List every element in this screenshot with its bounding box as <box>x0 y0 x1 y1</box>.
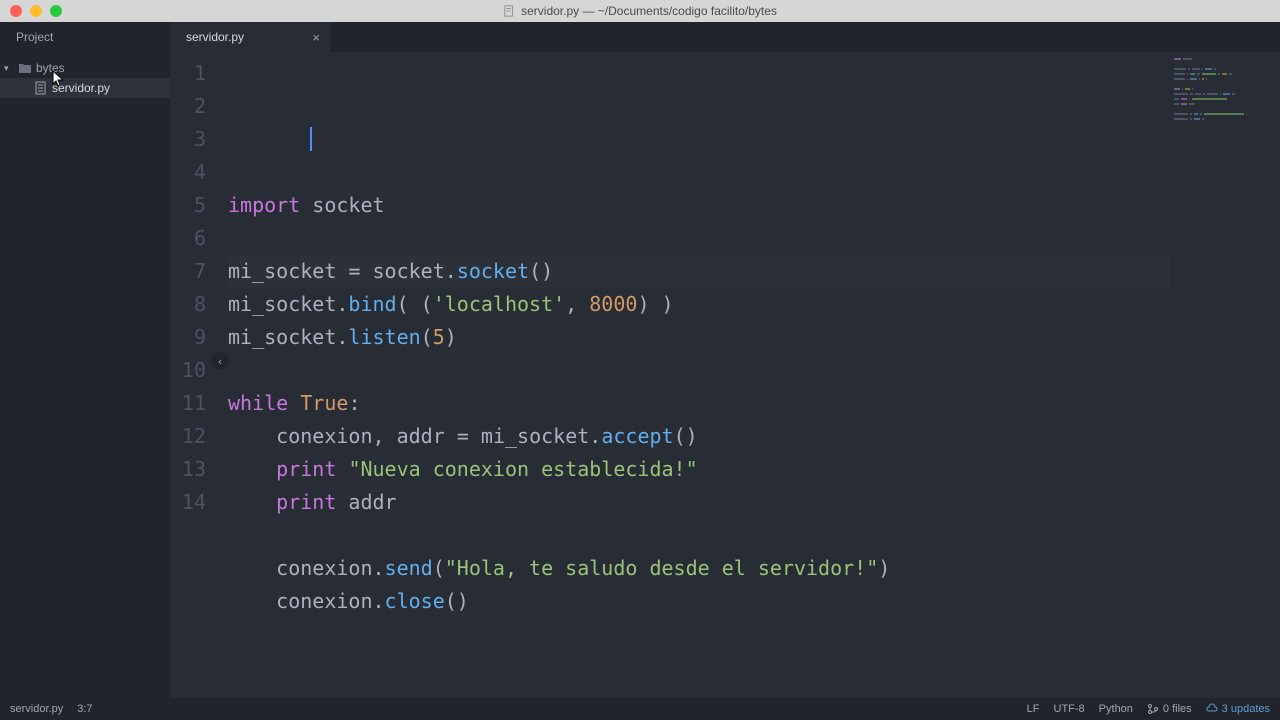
file-icon <box>34 81 48 95</box>
minimap-line <box>1174 78 1276 81</box>
minimap-line <box>1174 123 1276 126</box>
code-line[interactable]: import socket <box>228 189 1170 222</box>
status-git-label: 0 files <box>1163 703 1192 715</box>
chevron-down-icon: ▾ <box>4 63 14 74</box>
line-number: 7 <box>170 255 220 288</box>
line-number: 5 <box>170 189 220 222</box>
line-number: 4 <box>170 156 220 189</box>
tree-folder-bytes[interactable]: ▾ bytes <box>0 58 170 78</box>
code-line[interactable] <box>228 354 1170 387</box>
line-number: 1 <box>170 57 220 90</box>
line-number: 9 <box>170 321 220 354</box>
window-titlebar: servidor.py — ~/Documents/codigo facilit… <box>0 0 1280 22</box>
minimap-line <box>1174 113 1276 116</box>
line-number: 6 <box>170 222 220 255</box>
window-title: servidor.py — ~/Documents/codigo facilit… <box>503 4 777 18</box>
line-number: 11 <box>170 387 220 420</box>
main-area: ▾ bytes servidor.py 1234567891011121314 … <box>0 52 1280 698</box>
minimap-line <box>1174 63 1276 66</box>
folder-icon <box>18 61 32 75</box>
tab-file-servidor[interactable]: servidor.py × <box>170 22 330 52</box>
code-line[interactable] <box>228 618 1170 651</box>
window-title-text: servidor.py — ~/Documents/codigo facilit… <box>521 4 777 18</box>
code-line[interactable]: print addr <box>228 486 1170 519</box>
code-line[interactable] <box>228 222 1170 255</box>
minimap-line <box>1174 58 1276 61</box>
line-number-gutter: 1234567891011121314 <box>170 52 220 698</box>
sidebar-collapse-icon[interactable]: ‹ <box>211 352 229 370</box>
squirrel-icon <box>1206 703 1218 715</box>
close-window-button[interactable] <box>10 5 22 17</box>
maximize-window-button[interactable] <box>50 5 62 17</box>
status-updates[interactable]: 3 updates <box>1206 703 1270 715</box>
status-cursor-pos[interactable]: 3:7 <box>77 703 92 715</box>
code-line[interactable]: conexion.close() <box>228 585 1170 618</box>
code-line[interactable]: conexion, addr = mi_socket.accept() <box>228 420 1170 453</box>
tab-project[interactable]: Project <box>0 22 170 52</box>
code-line[interactable]: while True: <box>228 387 1170 420</box>
code-line[interactable]: conexion.send("Hola, te saludo desde el … <box>228 552 1170 585</box>
code-editor[interactable]: 1234567891011121314 ‹ import socketmi_so… <box>170 52 1280 698</box>
line-number: 14 <box>170 486 220 519</box>
minimap-line <box>1174 73 1276 76</box>
minimap-line <box>1174 118 1276 121</box>
tree-file-servidor[interactable]: servidor.py <box>0 78 170 98</box>
minimap[interactable] <box>1170 52 1280 698</box>
code-line[interactable]: mi_socket.listen(5) <box>228 321 1170 354</box>
line-number: 13 <box>170 453 220 486</box>
minimap-line <box>1174 83 1276 86</box>
minimap-line <box>1174 88 1276 91</box>
tab-project-label: Project <box>16 30 53 44</box>
minimap-line <box>1174 68 1276 71</box>
status-updates-label: 3 updates <box>1222 703 1270 715</box>
status-git[interactable]: 0 files <box>1147 703 1192 715</box>
tab-file-label: servidor.py <box>186 30 244 44</box>
git-branch-icon <box>1147 703 1159 715</box>
status-file[interactable]: servidor.py <box>10 703 63 715</box>
line-number: 8 <box>170 288 220 321</box>
close-tab-icon[interactable]: × <box>312 30 320 45</box>
status-encoding[interactable]: UTF-8 <box>1054 703 1085 715</box>
status-language[interactable]: Python <box>1099 703 1133 715</box>
text-cursor <box>310 127 312 151</box>
line-number: 3 <box>170 123 220 156</box>
minimap-line <box>1174 103 1276 106</box>
code-line[interactable]: print "Nueva conexion establecida!" <box>228 453 1170 486</box>
line-number: 2 <box>170 90 220 123</box>
tab-bar: Project servidor.py × <box>0 22 1280 52</box>
minimap-line <box>1174 108 1276 111</box>
tree-file-label: servidor.py <box>52 81 110 95</box>
file-icon <box>503 5 515 17</box>
code-content[interactable]: ‹ import socketmi_socket = socket.socket… <box>220 52 1170 698</box>
status-bar: servidor.py 3:7 LF UTF-8 Python 0 files … <box>0 698 1280 720</box>
minimap-line <box>1174 93 1276 96</box>
status-line-ending[interactable]: LF <box>1027 703 1040 715</box>
code-line[interactable] <box>228 519 1170 552</box>
project-sidebar[interactable]: ▾ bytes servidor.py <box>0 52 170 698</box>
code-line[interactable]: mi_socket = socket.socket() <box>228 255 1170 288</box>
code-line[interactable]: mi_socket.bind( ('localhost', 8000) ) <box>228 288 1170 321</box>
minimize-window-button[interactable] <box>30 5 42 17</box>
traffic-lights <box>0 5 62 17</box>
minimap-line <box>1174 98 1276 101</box>
tree-folder-label: bytes <box>36 61 65 75</box>
line-number: 12 <box>170 420 220 453</box>
